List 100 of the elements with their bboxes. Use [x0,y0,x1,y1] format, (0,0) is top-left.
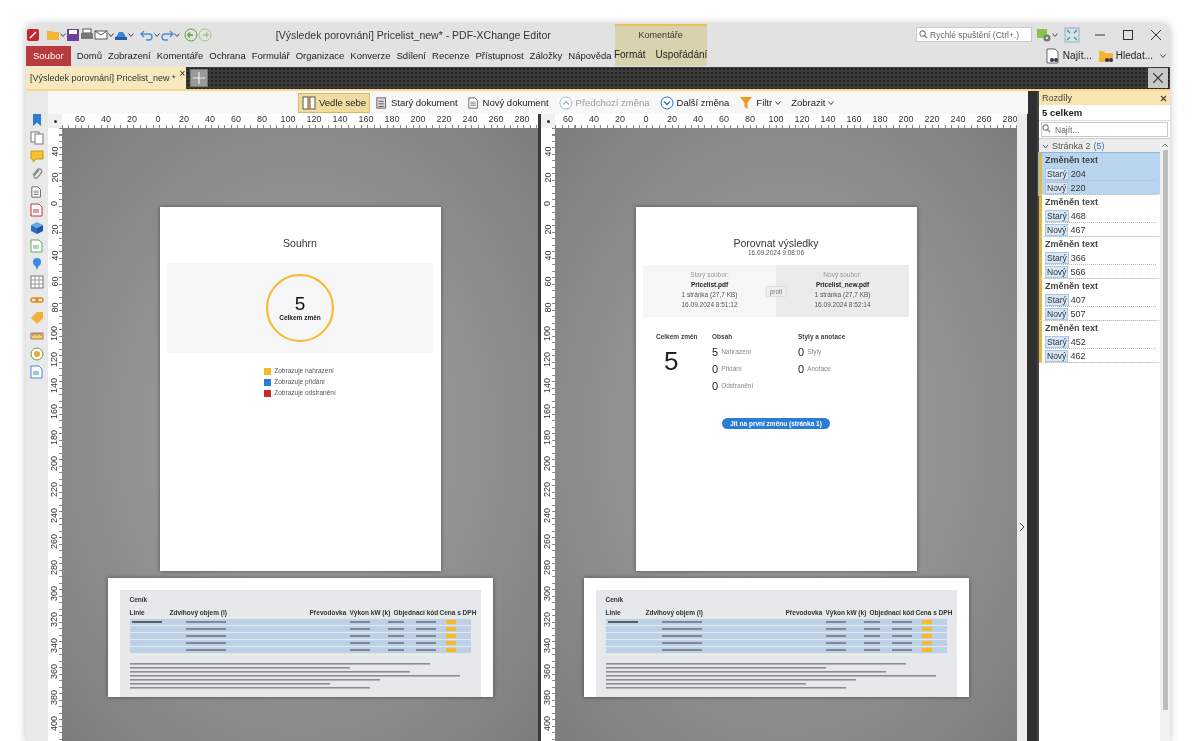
menu-tab[interactable]: Formát [613,45,646,65]
scroll-thumb[interactable] [1162,150,1168,710]
print-icon[interactable] [80,27,94,42]
ruler-label: 300 [50,585,60,601]
ruler-label: 320 [543,611,553,627]
close-tab-bar-button[interactable] [1148,68,1168,88]
menu-tab[interactable]: Záložky [526,45,566,66]
ruler-label: 280 [513,114,531,126]
caret-icon [174,31,180,38]
close-icon [1153,73,1163,83]
search-icon [919,30,928,39]
old-tag: Starý [1045,251,1069,264]
ruler-label: 60 [543,276,553,286]
fullscreen-icon[interactable] [1064,26,1080,43]
ruler-label: 80 [543,302,553,312]
compare-toolbar-button[interactable]: Starý dokument [372,92,462,113]
ruler-label: 180 [50,429,60,445]
grid-icon [30,275,44,289]
context-group-title: Komentáře [638,29,683,42]
difference-item[interactable]: Změněn text Starý 204 Nový 220 [1039,153,1160,195]
menu-tab[interactable]: Zobrazení [105,45,154,66]
menu-tab[interactable]: Přístupnost [472,45,527,66]
tab-close[interactable]: × [179,69,186,79]
quick-launch-field[interactable]: Rychlé spuštění (Ctrl+.) [916,27,1032,42]
ruler-label: 260 [50,533,60,549]
ruler-label: 20 [178,114,190,126]
menu-tab[interactable]: Recenze [429,45,473,66]
difference-item[interactable]: Změněn text Starý 407 Nový 507 [1039,279,1160,321]
old-value: 204 [1070,168,1086,179]
ruler-label: 40 [588,114,600,126]
ruler-label: 40 [50,146,60,156]
file-menu-button[interactable]: Soubor [26,45,71,66]
new-value: 467 [1070,224,1086,235]
side-by-side-icon [302,95,316,110]
ruler-label: 220 [50,481,60,497]
compare-toolbar-button[interactable]: Vedle sebe [298,92,370,113]
new-tab-button[interactable] [190,69,208,87]
difference-item[interactable]: Změněn text Starý 366 Nový 566 [1039,237,1160,279]
document-tab[interactable]: [Výsledek porovnání] Pricelist_new * × [26,67,186,89]
ruler-label: 140 [50,377,60,393]
menu-tab[interactable]: Nápověda [565,45,615,66]
find-field[interactable]: Najít... [1041,122,1168,137]
mail-icon[interactable] [94,27,108,42]
stamp-icon [30,347,44,361]
ruler-label: 80 [50,302,60,312]
menu-tab[interactable]: Organizace [292,45,348,66]
difference-item[interactable]: Změněn text Starý 452 Nový 462 [1039,321,1160,363]
ruler-label: 20 [614,114,626,126]
menu-tab[interactable]: Konverze [347,45,394,66]
maximize-icon [1123,29,1133,40]
stat-value: 0 [712,363,719,375]
ruler-label: 260 [487,114,505,126]
document-icon [31,185,43,199]
ruler-label: 240 [543,507,553,523]
ruler-label: 20 [543,224,553,234]
old-value: 366 [1070,252,1086,263]
new-value: 507 [1070,308,1086,319]
search-button[interactable]: Hledat... [1094,47,1156,64]
panel-title: Rozdíly [1042,93,1072,103]
settings-icon[interactable] [1036,26,1052,43]
difference-item[interactable]: Změněn text Starý 468 Nový 467 [1039,195,1160,237]
ruler-label: 320 [50,611,60,627]
menu-tab[interactable]: Ochrana [206,45,249,66]
ruler-label: 100 [279,114,297,126]
old-value: 452 [1070,336,1086,347]
comment-icon [30,149,44,163]
caret-icon [828,99,835,106]
difference-title: Změněn text [1045,321,1099,335]
find-button[interactable]: Najít... [1041,47,1095,64]
ruler-label: 400 [50,715,60,731]
ruler-label: 100 [543,325,553,341]
ruler-label: 60 [562,114,574,126]
compare-toolbar-button[interactable]: Nový dokument [463,92,553,113]
ruler-label: 0 [154,114,162,126]
close-icon[interactable] [1160,94,1167,102]
compare-toolbar-button[interactable]: Filtr [735,92,786,113]
pages-icon [30,131,44,145]
differences-total: 5 celkem [1039,105,1170,121]
document-icon [30,239,44,253]
dot-icon [53,119,57,123]
ruler-label: 180 [543,429,553,445]
menu-tab[interactable]: Uspořádání [655,45,708,65]
page-group-header[interactable]: Stránka 2 (5) [1039,139,1160,153]
menu-tab[interactable]: Domů [73,45,105,66]
compare-toolbar-button[interactable]: Další změna [655,92,734,113]
document-icon [467,95,480,110]
ruler-label: 20 [543,172,553,182]
menu-tab[interactable]: Sdílení [393,45,429,66]
difference-title: Změněn text [1045,237,1099,251]
save-icon[interactable] [66,27,80,42]
menu-tab[interactable]: Komentáře [153,45,207,66]
ruler-label: 60 [50,276,60,286]
page-title: Porovnat výsledky [733,237,819,249]
ruler-label: 240 [461,114,479,126]
vertical-scrollbar[interactable] [1017,114,1027,741]
app-logo-icon [26,27,40,42]
compare-toolbar-button[interactable]: Zobrazit [787,92,839,113]
menu-tab[interactable]: Formulář [248,45,293,66]
stat-value: 5 [664,346,679,376]
total-count: 5 [294,294,306,314]
